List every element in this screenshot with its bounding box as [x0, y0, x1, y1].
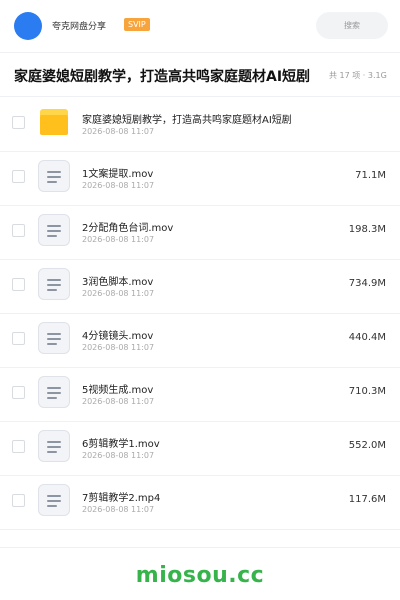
file-icon: [38, 160, 70, 192]
header-bar: 夸克网盘分享 SVIP 搜索: [0, 0, 400, 52]
file-size: 734.9M: [348, 278, 386, 289]
search-input[interactable]: 搜索: [316, 12, 388, 39]
folder-icon: [40, 109, 68, 135]
file-row[interactable]: 3润色脚本.mov 2026-08-08 11:07 734.9M: [0, 259, 400, 314]
row-checkbox[interactable]: [12, 332, 25, 345]
file-date: 2026-08-08 11:07: [82, 451, 155, 460]
file-name: 1文案提取.mov: [82, 169, 154, 180]
page-title: 家庭婆媳短剧教学，打造高共鸣家庭题材AI短剧: [14, 69, 311, 85]
file-size: 117.6M: [348, 494, 386, 505]
file-size: 552.0M: [348, 440, 386, 451]
file-name: 6剪辑教学1.mov: [82, 439, 160, 450]
file-date: 2026-08-08 11:07: [82, 181, 155, 190]
file-date: 2026-08-08 11:07: [82, 397, 155, 406]
row-checkbox[interactable]: [12, 278, 25, 291]
file-name: 5视频生成.mov: [82, 385, 154, 396]
row-checkbox[interactable]: [12, 440, 25, 453]
svip-badge: SVIP: [124, 18, 150, 31]
file-icon: [38, 484, 70, 516]
file-row[interactable]: 1文案提取.mov 2026-08-08 11:07 71.1M: [0, 151, 400, 206]
file-name: 家庭婆媳短剧教学，打造高共鸣家庭题材AI短剧: [82, 115, 292, 126]
file-date: 2026-08-08 11:07: [82, 127, 155, 136]
file-date: 2026-08-08 11:07: [82, 235, 155, 244]
site-name: 夸克网盘分享: [52, 22, 107, 32]
file-icon: [38, 322, 70, 354]
search-placeholder: 搜索: [344, 21, 360, 30]
file-row[interactable]: 4分镜镜头.mov 2026-08-08 11:07 440.4M: [0, 313, 400, 368]
header-divider: [0, 52, 400, 53]
row-checkbox[interactable]: [12, 170, 25, 183]
file-size: 710.3M: [348, 386, 386, 397]
file-row[interactable]: 2分配角色台词.mov 2026-08-08 11:07 198.3M: [0, 205, 400, 260]
file-size: 71.1M: [355, 170, 386, 181]
file-row[interactable]: 6剪辑教学1.mov 2026-08-08 11:07 552.0M: [0, 421, 400, 476]
file-date: 2026-08-08 11:07: [82, 343, 155, 352]
row-checkbox[interactable]: [12, 116, 25, 129]
avatar[interactable]: [14, 12, 42, 40]
file-size: 440.4M: [348, 332, 386, 343]
row-checkbox[interactable]: [12, 494, 25, 507]
file-date: 2026-08-08 11:07: [82, 289, 155, 298]
file-name: 2分配角色台词.mov: [82, 223, 174, 234]
file-row-folder[interactable]: 家庭婆媳短剧教学，打造高共鸣家庭题材AI短剧 2026-08-08 11:07: [0, 97, 400, 152]
file-size: 198.3M: [348, 224, 386, 235]
share-summary: 共 17 项 · 3.1G: [329, 71, 387, 80]
brand-watermark: miosou.cc: [135, 563, 265, 588]
file-icon: [38, 268, 70, 300]
file-row[interactable]: 5视频生成.mov 2026-08-08 11:07 710.3M: [0, 367, 400, 422]
file-name: 3润色脚本.mov: [82, 277, 154, 288]
file-icon: [38, 214, 70, 246]
file-name: 7剪辑教学2.mp4: [82, 493, 161, 504]
file-icon: [38, 430, 70, 462]
file-name: 4分镜镜头.mov: [82, 331, 154, 342]
file-date: 2026-08-08 11:07: [82, 505, 155, 514]
row-checkbox[interactable]: [12, 224, 25, 237]
file-icon: [38, 376, 70, 408]
footer-divider: [0, 547, 400, 548]
file-row[interactable]: 7剪辑教学2.mp4 2026-08-08 11:07 117.6M: [0, 475, 400, 530]
row-checkbox[interactable]: [12, 386, 25, 399]
